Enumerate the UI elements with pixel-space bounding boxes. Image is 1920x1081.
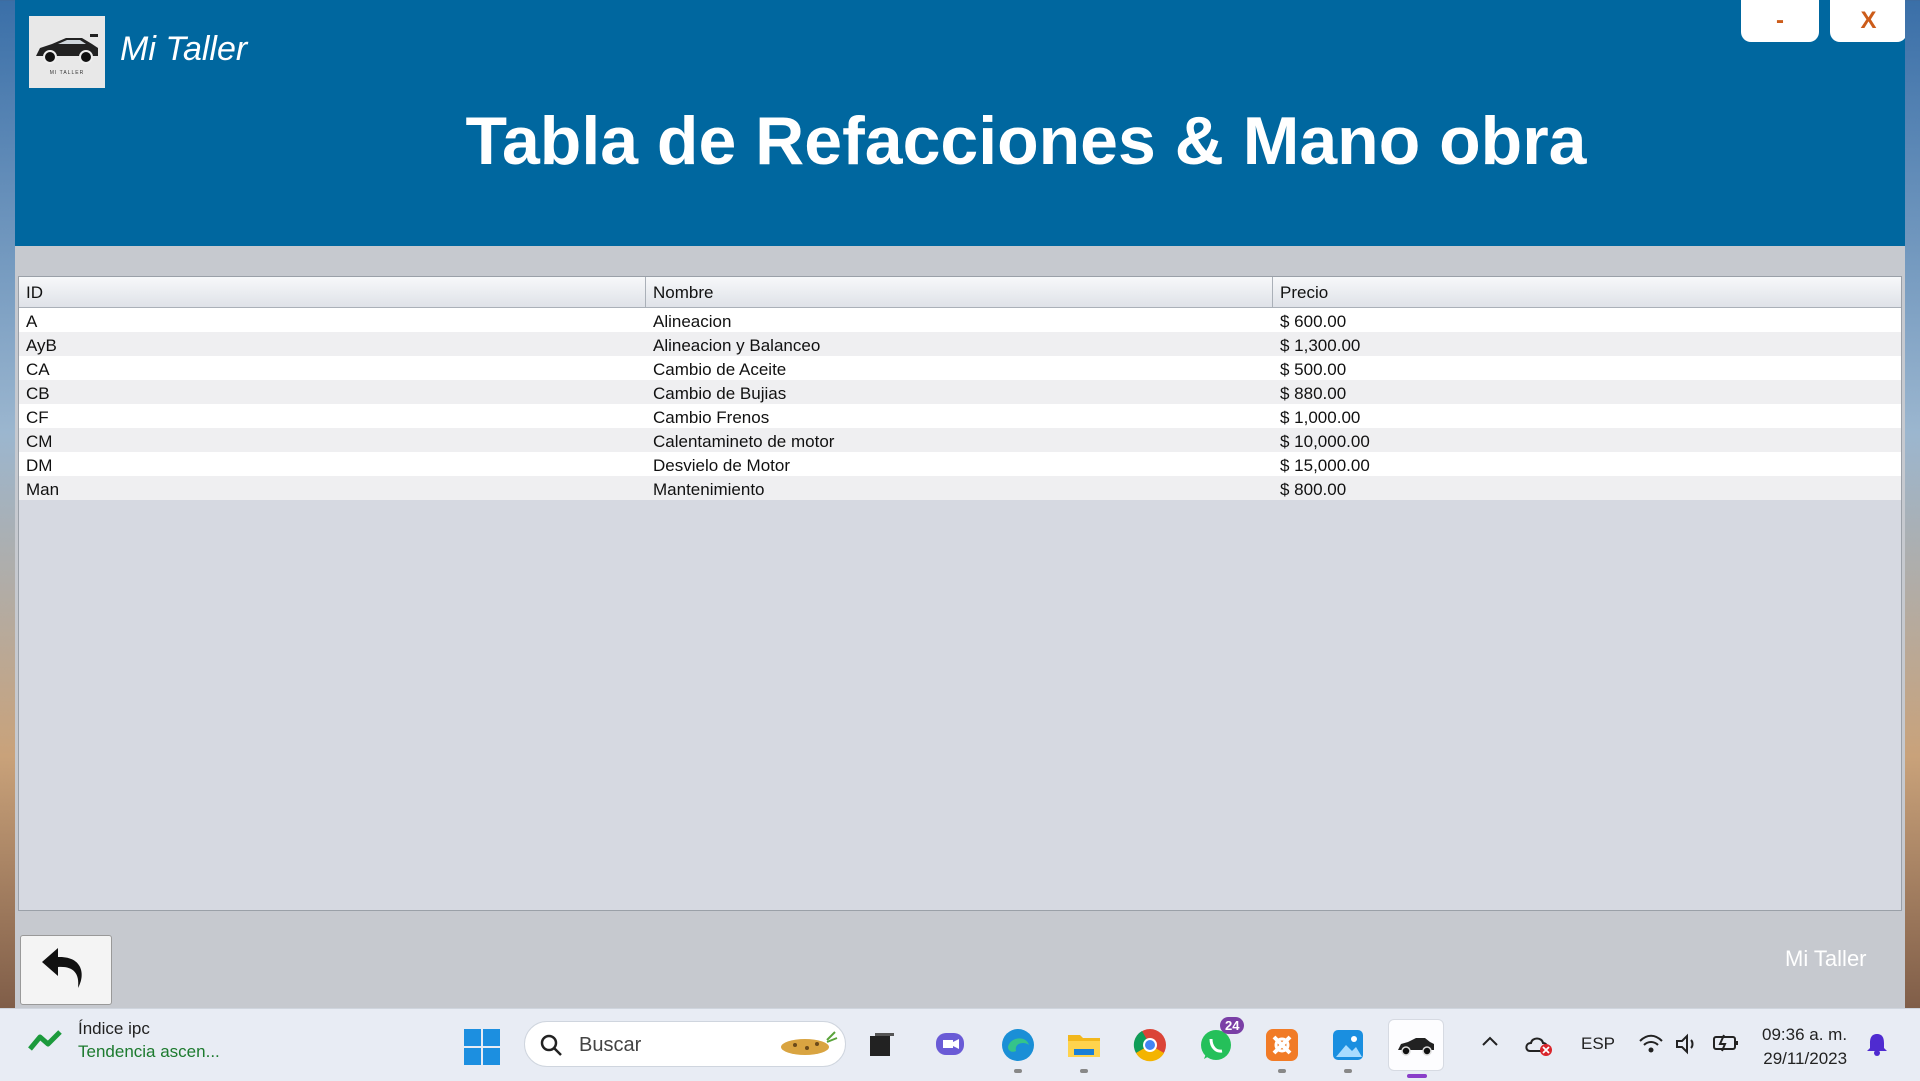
- cell-nombre: Cambio Frenos: [653, 408, 770, 427]
- cell-id: A: [26, 312, 38, 331]
- network-button[interactable]: [1638, 1033, 1664, 1055]
- cell-id: CB: [26, 384, 50, 403]
- cloud-error-icon: [1525, 1037, 1552, 1056]
- running-indicator: [1080, 1069, 1088, 1073]
- edge-icon: [1002, 1029, 1034, 1061]
- speaker-icon: [1676, 1033, 1694, 1055]
- photos-button[interactable]: [1328, 1025, 1368, 1073]
- widgets-button[interactable]: Índice ipc Tendencia ascen...: [28, 1019, 220, 1062]
- search-highlight-icon: [781, 1031, 838, 1055]
- parts-table: ID Nombre Precio A Alineacion $ 600.00 A…: [18, 276, 1902, 911]
- cell-precio: $ 1,300.00: [1280, 336, 1361, 355]
- column-header-precio[interactable]: Precio: [1273, 277, 1900, 307]
- table-row[interactable]: A Alineacion $ 600.00: [19, 308, 1901, 332]
- cell-id: CM: [26, 432, 53, 451]
- cell-id: Man: [26, 480, 60, 499]
- column-header-id[interactable]: ID: [19, 277, 646, 307]
- task-view-icon: [870, 1033, 894, 1056]
- clock-time: 09:36 a. m.: [1762, 1025, 1848, 1044]
- table-row[interactable]: AyB Alineacion y Balanceo $ 1,300.00: [19, 332, 1901, 356]
- start-button[interactable]: [464, 1029, 500, 1070]
- taskbar: Índice ipc Tendencia ascen... Buscar 24 …: [0, 1008, 1920, 1081]
- folder-icon: [1068, 1035, 1100, 1057]
- wifi-icon: [1639, 1034, 1663, 1053]
- xampp-button[interactable]: [1262, 1025, 1302, 1073]
- app-window: MI TALLER Mi Taller Tabla de Refacciones…: [15, 0, 1905, 1008]
- language-indicator[interactable]: ESP: [1581, 1034, 1615, 1054]
- taskbar-search[interactable]: [524, 1021, 846, 1067]
- cell-nombre: Calentamineto de motor: [653, 432, 835, 451]
- running-indicator: [1344, 1069, 1352, 1073]
- task-view-button[interactable]: [862, 1025, 902, 1065]
- column-header-nombre[interactable]: Nombre: [646, 277, 1273, 307]
- clock-date: 29/11/2023: [1763, 1049, 1848, 1068]
- cell-precio: $ 800.00: [1280, 480, 1347, 499]
- cell-precio: $ 880.00: [1280, 384, 1347, 403]
- page-title: Tabla de Refacciones & Mano obra: [465, 103, 1587, 179]
- cell-precio: $ 10,000.00: [1280, 432, 1370, 451]
- cell-nombre: Alineacion: [653, 312, 732, 331]
- logo-caption: MI TALLER: [49, 70, 85, 76]
- search-input[interactable]: [577, 1028, 781, 1062]
- table-row[interactable]: CF Cambio Frenos $ 1,000.00: [19, 404, 1901, 428]
- cell-nombre: Cambio de Aceite: [653, 360, 787, 379]
- notifications-button[interactable]: [1866, 1031, 1888, 1057]
- active-indicator: [1407, 1074, 1427, 1078]
- mi-taller-app-button[interactable]: [1388, 1019, 1444, 1078]
- search-icon: [540, 1034, 562, 1056]
- footer-brand: Mi Taller: [1785, 946, 1867, 971]
- cell-precio: $ 1,000.00: [1280, 408, 1361, 427]
- chrome-button[interactable]: [1130, 1025, 1170, 1065]
- volume-button[interactable]: [1674, 1033, 1698, 1055]
- onedrive-button[interactable]: [1524, 1033, 1554, 1057]
- battery-button[interactable]: [1712, 1033, 1740, 1053]
- close-button[interactable]: X: [1830, 0, 1905, 42]
- cell-id: DM: [26, 456, 53, 475]
- running-indicator: [1278, 1069, 1286, 1073]
- cell-nombre: Desvielo de Motor: [653, 456, 791, 475]
- show-hidden-icons-button[interactable]: [1480, 1033, 1500, 1049]
- cell-nombre: Cambio de Bujias: [653, 384, 787, 403]
- edge-browser-button[interactable]: [998, 1025, 1038, 1073]
- widget-subtitle: Tendencia ascen...: [78, 1042, 220, 1061]
- stock-trend-icon: [28, 1029, 62, 1051]
- battery-charging-icon: [1713, 1034, 1738, 1052]
- windows-logo-icon: [464, 1029, 500, 1065]
- table-row[interactable]: DM Desvielo de Motor $ 15,000.00: [19, 452, 1901, 476]
- cell-precio: $ 15,000.00: [1280, 456, 1370, 475]
- file-explorer-button[interactable]: [1064, 1025, 1104, 1073]
- back-button[interactable]: [20, 935, 112, 1005]
- bell-icon: [1867, 1034, 1887, 1056]
- chrome-icon: [1133, 1029, 1166, 1062]
- cell-id: AyB: [26, 336, 57, 355]
- xampp-icon: [1266, 1029, 1298, 1061]
- cell-id: CA: [26, 360, 50, 379]
- clock[interactable]: 09:36 a. m. 29/11/2023: [1762, 1023, 1847, 1071]
- photos-icon: [1333, 1030, 1363, 1060]
- cell-id: CF: [26, 408, 49, 427]
- table-row[interactable]: CB Cambio de Bujias $ 880.00: [19, 380, 1901, 404]
- teams-chat-button[interactable]: [930, 1025, 970, 1065]
- table-header: ID Nombre Precio: [19, 277, 1901, 308]
- cell-precio: $ 500.00: [1280, 360, 1347, 379]
- notification-badge: 24: [1220, 1017, 1245, 1034]
- table-row[interactable]: Man Mantenimiento $ 800.00: [19, 476, 1901, 500]
- app-name: Mi Taller: [120, 30, 248, 68]
- whatsapp-button[interactable]: 24: [1196, 1017, 1245, 1065]
- undo-arrow-icon: [42, 948, 82, 988]
- table-row[interactable]: CA Cambio de Aceite $ 500.00: [19, 356, 1901, 380]
- chevron-up-icon: [1482, 1036, 1498, 1046]
- app-logo: MI TALLER: [29, 16, 105, 88]
- car-logo-icon: [36, 34, 98, 64]
- minimize-button[interactable]: -: [1741, 0, 1819, 42]
- chat-icon: [936, 1033, 964, 1055]
- cell-nombre: Alineacion y Balanceo: [653, 336, 821, 355]
- car-icon: [1398, 1038, 1434, 1056]
- running-indicator: [1014, 1069, 1022, 1073]
- table-row[interactable]: CM Calentamineto de motor $ 10,000.00: [19, 428, 1901, 452]
- header-bar: MI TALLER Mi Taller Tabla de Refacciones…: [15, 0, 1905, 246]
- widget-title: Índice ipc: [78, 1019, 150, 1038]
- cell-nombre: Mantenimiento: [653, 480, 765, 499]
- cell-precio: $ 600.00: [1280, 312, 1347, 331]
